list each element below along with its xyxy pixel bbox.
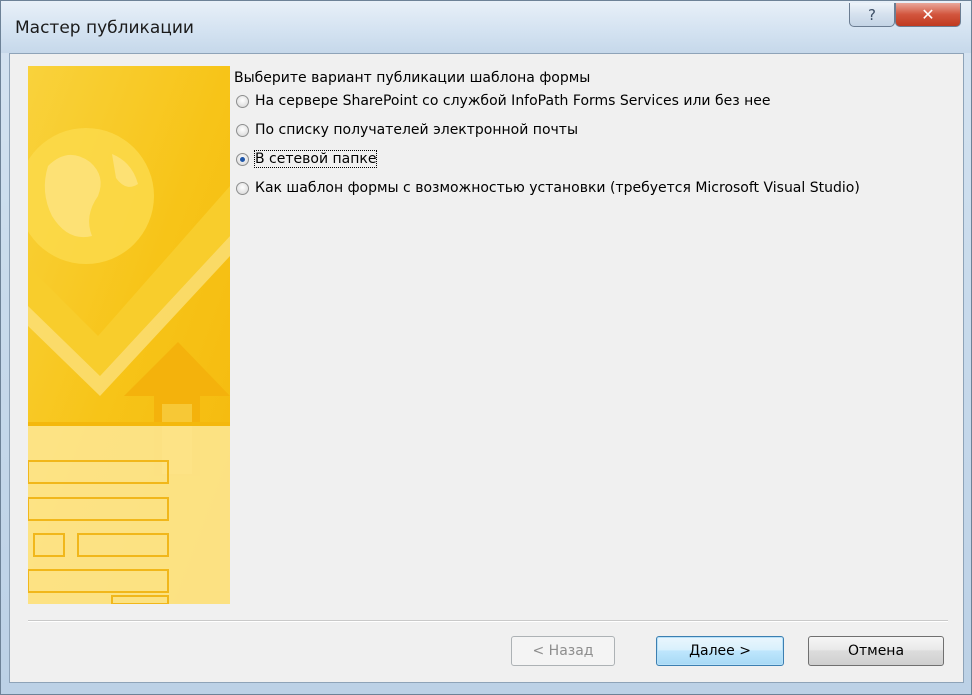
option-email[interactable]: По списку получателей электронной почты xyxy=(236,120,578,140)
window-title: Мастер публикации xyxy=(15,18,194,38)
banner-illustration xyxy=(28,66,230,604)
close-icon: ✕ xyxy=(921,5,935,24)
radio-email[interactable] xyxy=(236,123,249,137)
radio-network-folder[interactable] xyxy=(236,152,249,166)
wizard-window: Мастер публикации ? ✕ Выберите вариант п… xyxy=(0,0,972,695)
help-button[interactable]: ? xyxy=(849,3,895,27)
button-separator xyxy=(28,620,948,622)
back-button[interactable]: < Назад xyxy=(511,636,615,666)
option-email-label: По списку получателей электронной почты xyxy=(255,122,578,138)
back-button-label: < Назад xyxy=(532,643,594,659)
cancel-button-label: Отмена xyxy=(847,643,905,659)
wizard-banner-image xyxy=(28,66,230,604)
close-button[interactable]: ✕ xyxy=(895,3,961,27)
option-installable-template-label: Как шаблон формы с возможностью установк… xyxy=(255,180,860,196)
radio-installable-template[interactable] xyxy=(236,181,249,195)
publish-options-panel: Выберите вариант публикации шаблона форм… xyxy=(232,64,952,584)
title-bar[interactable]: Мастер публикации ? ✕ xyxy=(1,1,971,53)
option-network-folder[interactable]: В сетевой папке xyxy=(236,149,378,169)
help-icon: ? xyxy=(868,5,876,24)
option-installable-template[interactable]: Как шаблон формы с возможностью установк… xyxy=(236,178,860,198)
option-sharepoint-label: На сервере SharePoint со службой InfoPat… xyxy=(255,93,771,109)
next-button[interactable]: Далее > xyxy=(656,636,784,666)
options-prompt: Выберите вариант публикации шаблона форм… xyxy=(234,70,591,86)
dialog-body: Выберите вариант публикации шаблона форм… xyxy=(9,53,964,683)
radio-sharepoint[interactable] xyxy=(236,94,249,108)
next-button-label: Далее > xyxy=(689,643,751,659)
cancel-button[interactable]: Отмена xyxy=(808,636,944,666)
option-sharepoint[interactable]: На сервере SharePoint со службой InfoPat… xyxy=(236,91,771,111)
option-network-folder-label: В сетевой папке xyxy=(253,150,378,168)
